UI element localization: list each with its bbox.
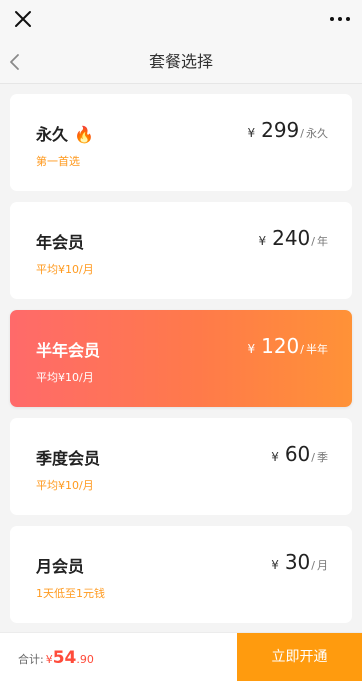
buy-now-button[interactable]: 立即开通 bbox=[237, 633, 362, 681]
plan-price: ¥60/季 bbox=[271, 442, 328, 466]
nav-bar: 套餐选择 bbox=[0, 40, 362, 84]
price-amount: 240 bbox=[272, 226, 311, 250]
total-currency: ¥ bbox=[45, 653, 53, 666]
total-decimal: .90 bbox=[76, 653, 94, 666]
plan-card-yearly[interactable]: 年会员 平均¥10/月 ¥240/年 bbox=[10, 202, 352, 299]
plan-subtitle: 平均¥10/月 bbox=[36, 479, 94, 492]
currency-symbol: ¥ bbox=[271, 450, 279, 464]
plan-price: ¥240/年 bbox=[258, 226, 328, 250]
plan-price: ¥30/月 bbox=[271, 550, 328, 574]
plan-list: 永久 🔥 第一首选 ¥299/永久 年会员 平均¥10/月 ¥240/年 半年会员… bbox=[10, 94, 352, 634]
currency-symbol: ¥ bbox=[247, 126, 256, 140]
plan-name: 半年会员 bbox=[36, 341, 101, 360]
price-slash: / bbox=[311, 559, 315, 572]
price-slash: / bbox=[311, 451, 315, 464]
plan-card-lifetime[interactable]: 永久 🔥 第一首选 ¥299/永久 bbox=[10, 94, 352, 191]
currency-symbol: ¥ bbox=[247, 342, 256, 356]
price-slash: / bbox=[300, 127, 304, 140]
plan-name: 季度会员 bbox=[36, 449, 101, 468]
price-unit: 半年 bbox=[306, 343, 328, 356]
checkout-bar: 合计: ¥54.90 立即开通 bbox=[0, 632, 362, 681]
page-title: 套餐选择 bbox=[148, 52, 213, 71]
total-amount: 54 bbox=[52, 648, 77, 668]
plan-subtitle: 第一首选 bbox=[36, 155, 80, 168]
total-price: 合计: ¥54.90 bbox=[18, 633, 94, 681]
price-amount: 120 bbox=[261, 334, 300, 358]
price-unit: 季 bbox=[317, 451, 328, 464]
more-icon[interactable] bbox=[328, 9, 352, 29]
currency-symbol: ¥ bbox=[271, 558, 279, 572]
price-unit: 年 bbox=[317, 235, 328, 248]
price-unit: 月 bbox=[317, 559, 328, 572]
plan-name-text: 永久 bbox=[36, 125, 69, 144]
price-amount: 299 bbox=[261, 118, 300, 142]
plan-name: 月会员 bbox=[36, 557, 85, 576]
plan-subtitle: 1天低至1元钱 bbox=[36, 587, 105, 600]
plan-subtitle: 平均¥10/月 bbox=[36, 263, 94, 276]
price-amount: 30 bbox=[284, 550, 311, 574]
plan-name: 永久 🔥 bbox=[36, 121, 94, 145]
close-icon[interactable] bbox=[12, 8, 34, 30]
plan-card-monthly[interactable]: 月会员 1天低至1元钱 ¥30/月 bbox=[10, 526, 352, 623]
currency-symbol: ¥ bbox=[258, 234, 267, 248]
plan-name: 年会员 bbox=[36, 233, 85, 252]
plan-card-quarterly[interactable]: 季度会员 平均¥10/月 ¥60/季 bbox=[10, 418, 352, 515]
price-slash: / bbox=[311, 235, 315, 248]
plan-price: ¥299/永久 bbox=[247, 118, 328, 142]
price-slash: / bbox=[300, 343, 304, 356]
plan-card-halfyear[interactable]: 半年会员 平均¥10/月 ¥120/半年 bbox=[10, 310, 352, 407]
plan-price: ¥120/半年 bbox=[247, 334, 328, 358]
plan-subtitle: 平均¥10/月 bbox=[36, 371, 94, 384]
fire-icon: 🔥 bbox=[74, 125, 94, 144]
total-label: 合计: bbox=[18, 653, 44, 666]
price-amount: 60 bbox=[284, 442, 311, 466]
price-unit: 永久 bbox=[306, 127, 328, 140]
top-bar bbox=[0, 0, 362, 40]
